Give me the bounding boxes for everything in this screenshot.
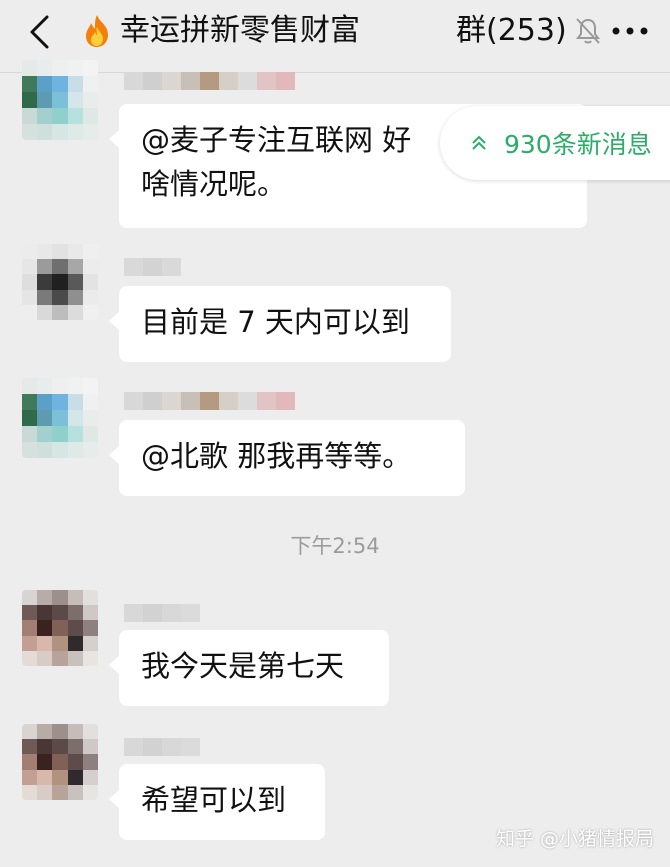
sender-nickname-blurred <box>124 392 295 410</box>
more-dots-icon[interactable] <box>610 18 650 44</box>
avatar[interactable] <box>22 378 98 458</box>
new-messages-button[interactable]: 930条新消息 <box>440 106 670 180</box>
message-timestamp: 下午2:54 <box>290 534 380 558</box>
double-chevron-up-icon <box>472 135 486 150</box>
mute-bell-icon <box>576 18 600 44</box>
group-member-count: 群(253) <box>456 13 567 48</box>
avatar[interactable] <box>22 724 98 800</box>
sender-nickname-blurred <box>124 258 181 276</box>
back-button[interactable] <box>22 12 56 52</box>
zhihu-watermark: 知乎 @小猪情报局 <box>496 822 654 852</box>
watermark-text: 知乎 @小猪情报局 <box>496 827 655 850</box>
chat-title: 幸运拼新零售财富 <box>80 11 360 51</box>
sender-nickname-blurred <box>124 72 295 90</box>
avatar[interactable] <box>22 244 98 320</box>
back-chevron-icon <box>30 15 49 49</box>
message-text-line: 希望可以到 <box>141 783 287 817</box>
header-divider <box>0 72 670 73</box>
message-bubble[interactable]: 目前是 7 天内可以到 <box>109 286 451 362</box>
fire-emoji-icon <box>86 15 108 47</box>
chat-header: 幸运拼新零售财富 群(253) <box>0 0 670 64</box>
message-text-line: @北歌 那我再等等。 <box>141 439 412 473</box>
sender-nickname-blurred <box>124 738 200 756</box>
message-text-line: 我今天是第七天 <box>141 649 345 683</box>
new-messages-label: 930条新消息 <box>504 130 652 159</box>
sender-nickname-blurred <box>124 604 200 622</box>
avatar[interactable] <box>22 590 98 666</box>
message-bubble[interactable]: 我今天是第七天 <box>109 630 389 706</box>
chat-title-text: 幸运拼新零售财富 <box>120 13 360 48</box>
avatar[interactable] <box>22 60 98 140</box>
message-bubble[interactable]: 希望可以到 <box>109 764 325 840</box>
message-text-line: 目前是 7 天内可以到 <box>141 305 410 339</box>
message-bubble[interactable]: @北歌 那我再等等。 <box>109 420 465 496</box>
